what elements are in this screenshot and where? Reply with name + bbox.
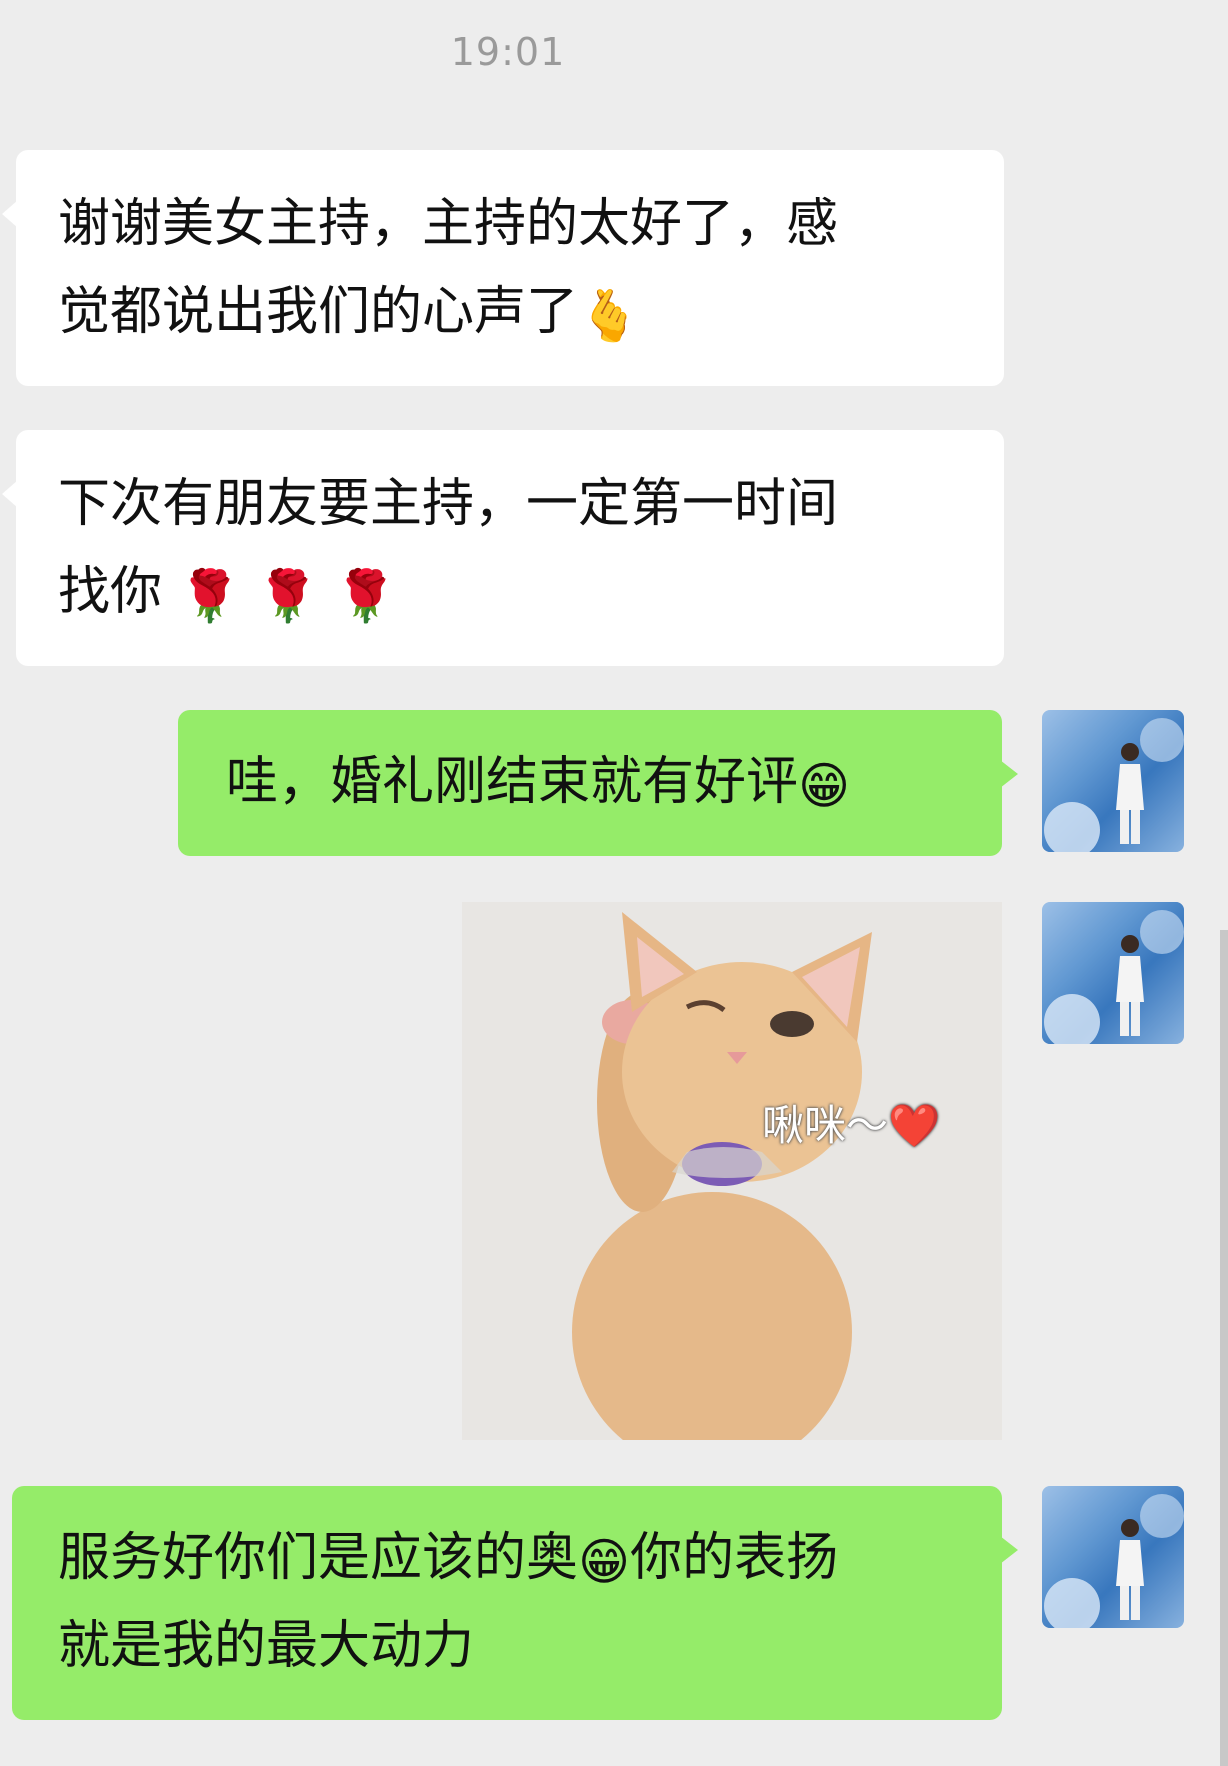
avatar-icon[interactable] [1042,1486,1184,1628]
message-text-line: 觉都说出我们的心声了🫰 [58,282,641,345]
outgoing-message-bubble[interactable]: 服务好你们是应该的奥😁你的表扬 就是我的最大动力 [12,1486,1018,1720]
grin-emoji-icon: 😁 [798,757,851,815]
message-text-line: 服务好你们是应该的奥😁你的表扬 [58,1528,839,1591]
message-text-line: 找你 🌹 🌹 🌹 [58,562,398,625]
sticker-caption: 啾咪～❤️ [762,1101,941,1150]
hand-gesture-emoji-icon: 🫰 [578,287,641,345]
rose-emoji-icon: 🌹 🌹 🌹 [178,567,398,625]
message-text-line: 谢谢美女主持，主持的太好了，感 [58,194,839,254]
incoming-message-bubble[interactable]: 下次有朋友要主持，一定第一时间 找你 🌹 🌹 🌹 [2,430,1004,666]
message-text-line: 就是我的最大动力 [58,1616,475,1676]
avatar-icon[interactable] [1042,902,1184,1044]
scrollbar[interactable] [1220,930,1228,1766]
message-text-line: 下次有朋友要主持，一定第一时间 [58,474,839,534]
grin-emoji-icon: 😁 [578,1533,631,1591]
kitten-sticker[interactable]: 啾咪～❤️ [462,902,1002,1440]
avatar-icon[interactable] [1042,710,1184,852]
outgoing-message-bubble[interactable]: 哇，婚礼刚结束就有好评😁 [178,710,1018,856]
message-timestamp: 19:01 [450,30,566,74]
incoming-message-bubble[interactable]: 谢谢美女主持，主持的太好了，感 觉都说出我们的心声了🫰 [2,150,1004,386]
message-text: 哇，婚礼刚结束就有好评 [226,752,799,812]
